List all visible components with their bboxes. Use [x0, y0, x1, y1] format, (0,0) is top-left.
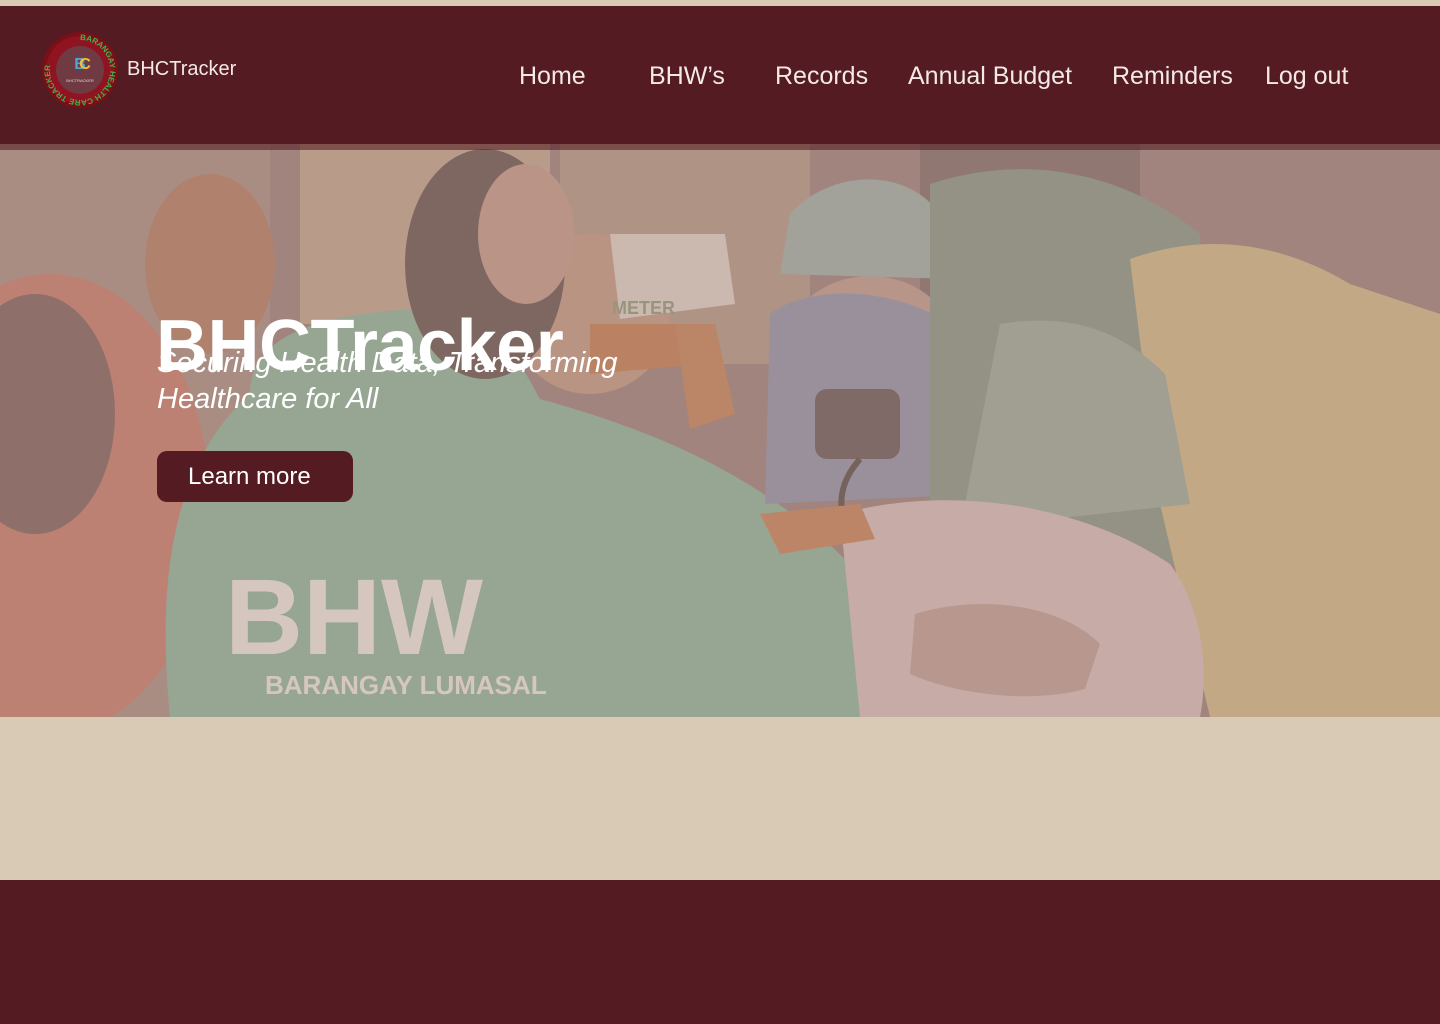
logo-icon: BARANGAY HEALTH CARE TRACKER B C BHCTRAC… [42, 32, 118, 108]
footer-band [0, 880, 1440, 1024]
brand-name: BHCTracker [127, 58, 237, 80]
hero-overlay [0, 144, 1440, 717]
svg-text:BHCTRACKER: BHCTRACKER [66, 78, 94, 83]
hero-top-strip [0, 144, 1440, 150]
nav-home[interactable]: Home [519, 62, 586, 92]
hero-section: METER BHW BARANGAY LUMASAL BHCTracker Se… [0, 144, 1440, 717]
learn-more-button[interactable]: Learn more [157, 451, 353, 502]
top-navigation-bar: BARANGAY HEALTH CARE TRACKER B C BHCTRAC… [0, 6, 1440, 144]
nav-bhws[interactable]: BHW’s [649, 62, 725, 92]
nav-records[interactable]: Records [775, 62, 868, 92]
nav-annual-budget[interactable]: Annual Budget [908, 62, 1072, 92]
nav-reminders[interactable]: Reminders [1112, 62, 1233, 92]
bhctracker-logo[interactable]: BARANGAY HEALTH CARE TRACKER B C BHCTRAC… [40, 30, 120, 110]
svg-text:C: C [79, 56, 91, 73]
hero-subtitle: Securing Health Data, Transforming Healt… [157, 347, 618, 415]
nav-log-out[interactable]: Log out [1265, 62, 1348, 92]
